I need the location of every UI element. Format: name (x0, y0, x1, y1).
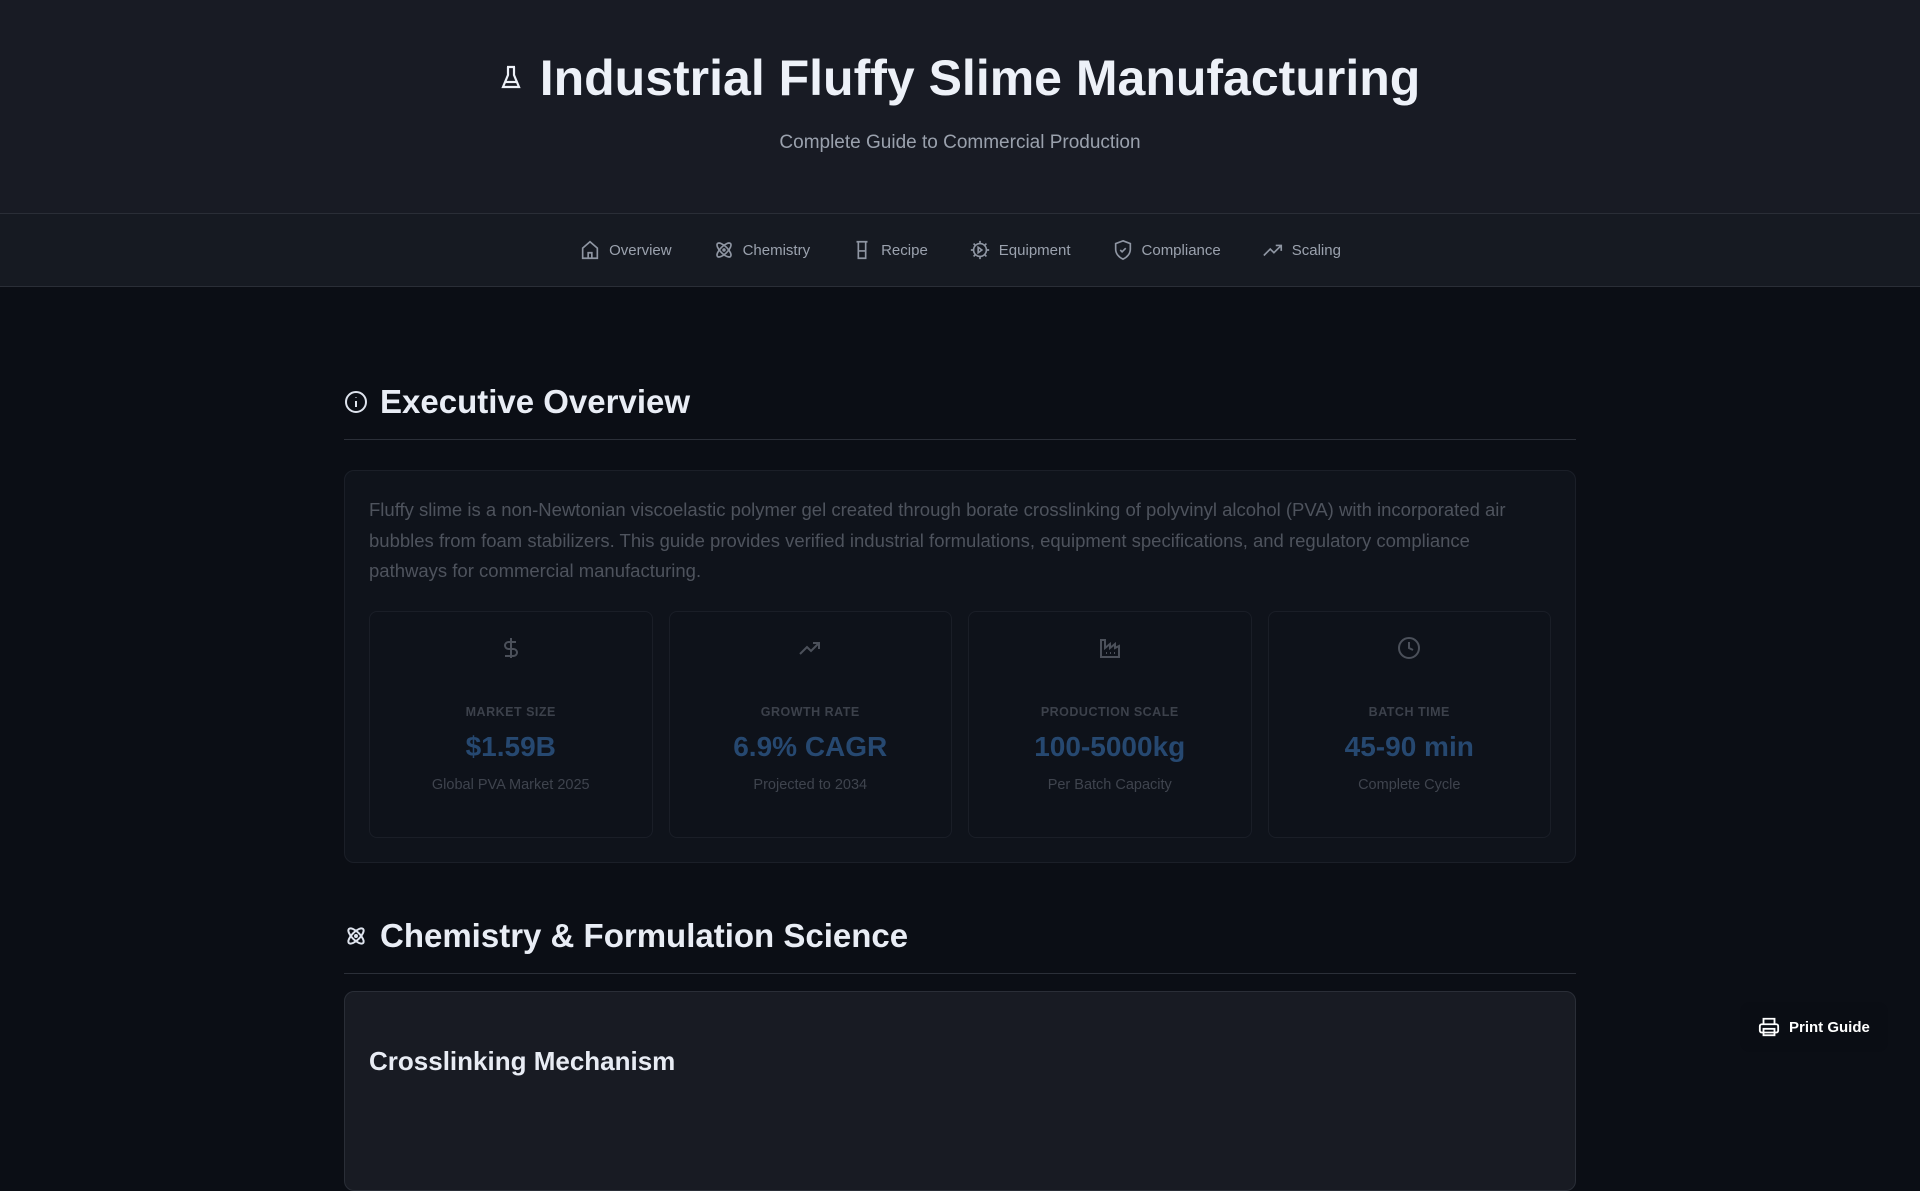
trending-up-icon (1262, 244, 1282, 257)
stat-label: PRODUCTION SCALE (1040, 704, 1179, 719)
page-header: Industrial Fluffy Slime Manufacturing Co… (0, 0, 1920, 213)
stat-sub: Global PVA Market 2025 (431, 776, 590, 793)
stat-value: 45-90 min (1344, 730, 1474, 762)
title-text: Industrial Fluffy Slime Manufacturing (539, 50, 1421, 106)
nav-label: Equipment (998, 241, 1071, 259)
chemistry-section: Chemistry & Formulation Science Crosslin… (344, 917, 1576, 1191)
stat-label: BATCH TIME (1368, 704, 1450, 719)
page-subtitle: Complete Guide to Commercial Production (779, 132, 1141, 153)
print-guide-button[interactable]: Print Guide (1740, 1002, 1888, 1052)
stat-card-batch-time: BATCH TIME 45-90 min Complete Cycle (1267, 610, 1551, 838)
nav-label: Chemistry (742, 241, 811, 259)
crosslinking-heading: Crosslinking Mechanism (369, 1045, 676, 1076)
nav-label: Scaling (1291, 241, 1341, 259)
stat-card-production-scale: PRODUCTION SCALE 100-5000kg Per Batch Capa… (968, 610, 1252, 838)
stat-card-market-size: MARKET SIZE $1.59B Global PVA Market 2025 (369, 610, 653, 838)
stat-sub: Projected to 2034 (753, 776, 868, 793)
stat-sub: Per Batch Capacity (1047, 776, 1172, 793)
heading-text: Chemistry & Formulation Science (380, 916, 909, 954)
nav-label: Compliance (1141, 241, 1221, 259)
nav-label: Overview (609, 241, 672, 259)
stat-value: $1.59B (465, 730, 556, 762)
home-icon (581, 240, 599, 260)
heading-text: Executive Overview (380, 383, 691, 420)
nav-equipment[interactable]: Equipment (969, 239, 1071, 261)
trending-up-icon (799, 641, 821, 655)
factory-icon (1099, 638, 1120, 658)
main-nav: Overview Chemistry Recipe Equipment Comp… (0, 213, 1920, 287)
nav-overview[interactable]: Overview (579, 239, 672, 261)
nav-recipe[interactable]: Recipe (851, 239, 928, 261)
nav-compliance[interactable]: Compliance (1112, 239, 1221, 261)
page-title: Industrial Fluffy Slime Manufacturing (0, 48, 1920, 108)
print-label: Print Guide (1789, 1018, 1870, 1036)
overview-text: Fluffy slime is a non-Newtonian viscoela… (369, 499, 1506, 581)
stat-value: 100-5000kg (1034, 730, 1186, 762)
nav-scaling[interactable]: Scaling (1262, 239, 1341, 261)
stats-grid: MARKET SIZE $1.59B Global PVA Market 2025 … (369, 610, 1551, 838)
beaker-icon (856, 240, 868, 260)
overview-section: Executive Overview Fluffy slime is a non… (344, 383, 1576, 863)
atom-icon (347, 926, 365, 945)
stat-label: GROWTH RATE (760, 704, 860, 719)
main-content: Executive Overview Fluffy slime is a non… (344, 287, 1576, 1191)
stat-sub: Complete Cycle (1358, 776, 1461, 793)
info-icon (345, 391, 367, 413)
overview-card: Fluffy slime is a non-Newtonian viscoela… (344, 470, 1576, 863)
nav-label: Recipe (881, 241, 928, 259)
stat-card-growth-rate: GROWTH RATE 6.9% CAGR Projected to 2034 (668, 610, 952, 838)
clock-icon (1398, 636, 1421, 659)
nav-chemistry[interactable]: Chemistry (713, 239, 811, 261)
chemistry-card: Crosslinking Mechanism (344, 990, 1576, 1191)
dollar-icon (503, 637, 518, 658)
printer-icon (1758, 1017, 1780, 1037)
section-heading: Executive Overview (344, 383, 1576, 440)
flask-icon (501, 65, 521, 89)
shield-check-icon (1114, 239, 1131, 261)
stat-value: 6.9% CAGR (733, 730, 888, 762)
atom-icon (715, 242, 732, 258)
gear-icon (970, 240, 989, 260)
section-heading: Chemistry & Formulation Science (344, 917, 1576, 974)
stat-label: MARKET SIZE (465, 704, 556, 719)
